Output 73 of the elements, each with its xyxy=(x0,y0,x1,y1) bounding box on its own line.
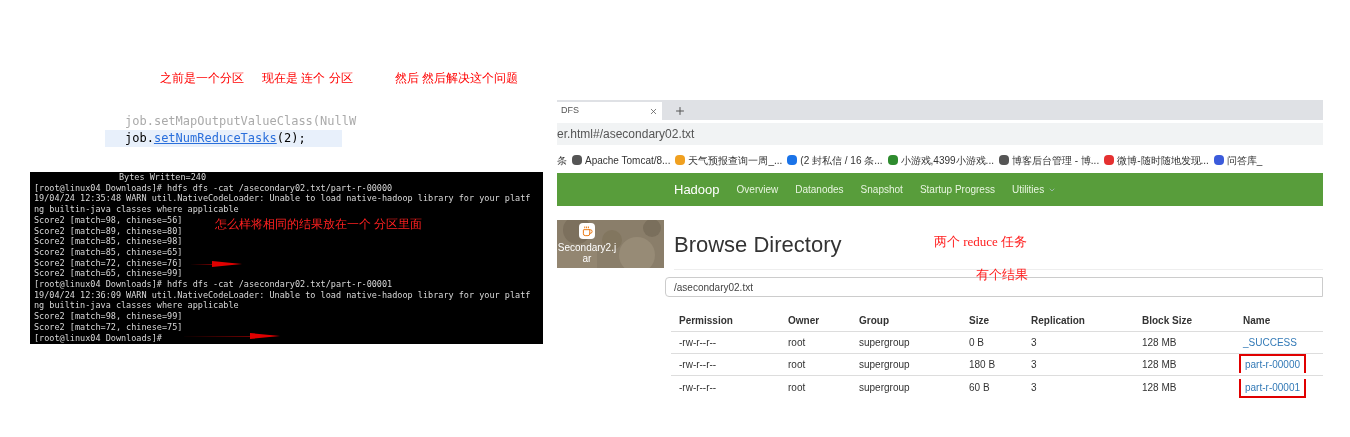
bookmark-icon xyxy=(1104,155,1115,165)
file-link[interactable]: part-r-00001 xyxy=(1239,378,1307,398)
new-tab-icon[interactable] xyxy=(674,105,686,117)
java-file-icon[interactable] xyxy=(579,223,595,239)
table-cell-text: -rw-r--r-- xyxy=(678,358,718,372)
terminal-line: 19/04/24 12:36:09 WARN util.NativeCodeLoader: Unable to load native-hadoop library for your platf xyxy=(34,289,531,301)
bookmark[interactable]: 微博-随时随地发现... xyxy=(1117,152,1209,168)
bookmark-icon xyxy=(572,155,582,165)
column-header: Size xyxy=(968,314,990,328)
file-link[interactable]: _SUCCESS xyxy=(1239,334,1301,351)
table-cell-text: 128 MB xyxy=(1141,358,1178,372)
bookmark-icon xyxy=(998,155,1009,165)
table-cell-text: root xyxy=(787,336,807,350)
table-cell-text: 128 MB xyxy=(1141,380,1178,395)
annotation: 现在是 连个 分区 xyxy=(262,70,353,87)
bookmark[interactable]: 天气预报查询一周_... xyxy=(688,152,783,168)
terminal-line: 19/04/24 12:35:48 WARN util.NativeCodeLoader: Unable to load native-hadoop library for your platf xyxy=(34,193,531,205)
table-cell-text: supergroup xyxy=(858,336,911,350)
table-cell-text: 3 xyxy=(1030,358,1038,372)
bookmark[interactable]: 问答库_ xyxy=(1226,152,1263,168)
terminal-line: Score2 [match=98, chinese=99] xyxy=(34,311,183,322)
column-header: Permission xyxy=(678,314,734,328)
terminal-line: [root@linux04 Downloads]# hdfs dfs -cat /asecondary02.txt/part-r-00000 xyxy=(34,182,393,194)
column-header: Name xyxy=(1242,314,1272,328)
bookmark-icon xyxy=(887,155,898,165)
bookmark[interactable]: 博客后台管理 - 博... xyxy=(1011,152,1100,168)
tab-title: DFS xyxy=(561,104,579,118)
table-cell-text: 60 B xyxy=(968,380,991,395)
terminal-line: ng builtin-java classes where applicable xyxy=(34,204,239,215)
terminal-line: Score2 [match=98, chinese=56] xyxy=(34,214,183,226)
terminal-line: Score2 [match=65, chinese=99] xyxy=(34,268,183,280)
terminal-line: [root@linux04 Downloads]# xyxy=(34,332,163,344)
bookmark[interactable]: 条 xyxy=(557,152,567,168)
bookmark-icon xyxy=(787,155,798,165)
bookmark[interactable]: Apache Tomcat/8... xyxy=(585,152,671,168)
table-cell-text: 128 MB xyxy=(1141,336,1178,350)
page-heading: Browse Directory xyxy=(674,231,842,259)
table-cell-text: 3 xyxy=(1030,380,1038,395)
annotation: 怎么样将相同的结果放在一个 分区里面 xyxy=(215,219,423,230)
annotation: 两个 reduce 任务 xyxy=(934,233,1028,251)
file-link[interactable]: part-r-00000 xyxy=(1239,354,1307,373)
column-header: Block Size xyxy=(1141,314,1194,328)
terminal-line: [root@linux04 Downloads]# hdfs dfs -cat /asecondary02.txt/part-r-00001 xyxy=(34,279,393,290)
bookmark[interactable]: 小游戏,4399小游戏... xyxy=(900,152,994,168)
table-cell-text: -rw-r--r-- xyxy=(678,380,718,395)
address-bar[interactable]: er.html#/asecondary02.txt xyxy=(557,122,1323,145)
code-line: job.setMapOutputValueClass(NullW xyxy=(124,113,357,130)
bookmark[interactable]: (2 封私信 / 16 条... xyxy=(800,152,883,168)
table-cell-text: supergroup xyxy=(858,358,911,372)
terminal-line: ng builtin-java classes where applicable xyxy=(34,300,239,312)
terminal-line: Score2 [match=85, chinese=65] xyxy=(34,246,183,258)
table-cell-text: -rw-r--r-- xyxy=(678,336,718,350)
terminal-line: Score2 [match=72, chinese=76] xyxy=(34,257,183,269)
annotation: 之前是一个分区 xyxy=(160,70,244,87)
table-cell-text: 180 B xyxy=(968,358,997,372)
bookmark-icon xyxy=(675,155,686,165)
table-cell-text: root xyxy=(787,358,807,372)
terminal-line: Score2 [match=89, chinese=80] xyxy=(34,225,183,237)
browser-tab[interactable]: DFS xyxy=(557,102,662,120)
table-cell-text: 3 xyxy=(1030,336,1038,350)
terminal-line: Bytes Written=240 xyxy=(119,172,206,183)
column-header: Replication xyxy=(1030,314,1086,328)
bookmark-icon xyxy=(1213,155,1224,165)
file-label: Secondary2.jar xyxy=(557,242,617,264)
table-cell-text: 0 B xyxy=(968,336,985,350)
terminal-line: Score2 [match=85, chinese=98] xyxy=(34,236,183,247)
annotation: 然后 然后解决这个问题 xyxy=(394,70,518,87)
terminal-line: Score2 [match=72, chinese=75] xyxy=(34,321,183,333)
table-cell-text: supergroup xyxy=(858,380,911,395)
close-icon[interactable] xyxy=(649,106,658,116)
column-header: Owner xyxy=(787,314,821,328)
column-header: Group xyxy=(858,314,890,328)
table-cell-text: root xyxy=(787,380,807,395)
